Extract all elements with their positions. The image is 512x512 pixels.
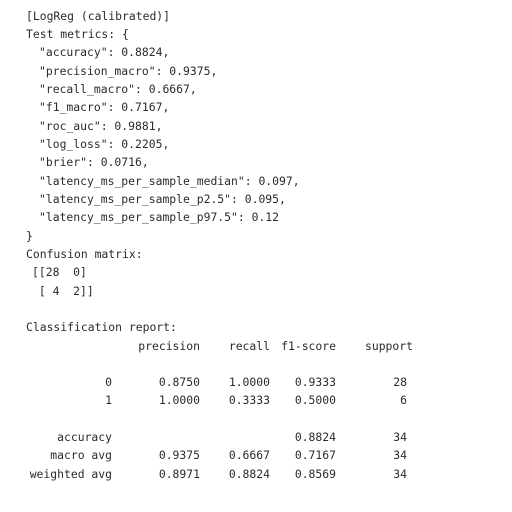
report-summary-label: weighted avg <box>29 467 112 481</box>
report-cell-precision: 1.0000 <box>158 393 200 407</box>
report-cell-support: 28 <box>393 375 407 389</box>
metric-line: "latency_ms_per_sample_median": 0.097, <box>39 174 300 188</box>
metric-line: "brier": 0.0716, <box>39 155 149 169</box>
report-summary-label: accuracy <box>57 430 112 444</box>
report-row-label: 1 <box>105 393 112 407</box>
report-cell-precision: 0.8971 <box>158 467 200 481</box>
metrics-close: } <box>26 229 33 243</box>
report-cell-precision: 0.8750 <box>158 375 200 389</box>
report-cell-recall: 0.3333 <box>228 393 270 407</box>
model-header: [LogReg (calibrated)] <box>26 9 171 23</box>
metric-line: "precision_macro": 0.9375, <box>39 64 218 78</box>
report-title: Classification report: <box>26 320 177 334</box>
report-cell-recall: 1.0000 <box>228 375 270 389</box>
confusion-row: [[28 0] <box>32 265 87 279</box>
metric-line: "roc_auc": 0.9881, <box>39 119 163 133</box>
report-cell-f1: 0.8824 <box>294 430 336 444</box>
report-header-precision: precision <box>138 339 200 353</box>
report-header-f1: f1-score <box>281 339 336 353</box>
metric-line: "recall_macro": 0.6667, <box>39 82 197 96</box>
metric-line: "latency_ms_per_sample_p97.5": 0.12 <box>39 210 280 224</box>
report-cell-support: 34 <box>393 467 407 481</box>
report-row-label: 0 <box>105 375 112 389</box>
metric-line: "latency_ms_per_sample_p2.5": 0.095, <box>39 192 286 206</box>
report-summary-label: macro avg <box>50 448 112 462</box>
metric-line: "accuracy": 0.8824, <box>39 45 170 59</box>
report-cell-precision: 0.9375 <box>158 448 200 462</box>
report-header-recall: recall <box>228 339 270 353</box>
confusion-row: [ 4 2]] <box>32 284 94 298</box>
report-cell-support: 34 <box>393 448 407 462</box>
report-cell-recall: 0.6667 <box>228 448 270 462</box>
report-cell-f1: 0.9333 <box>294 375 336 389</box>
metrics-open: Test metrics: { <box>26 27 129 41</box>
report-cell-recall: 0.8824 <box>228 467 270 481</box>
console-output: [LogReg (calibrated)] Test metrics: { "a… <box>0 0 512 512</box>
report-cell-f1: 0.5000 <box>294 393 336 407</box>
metric-line: "f1_macro": 0.7167, <box>39 100 170 114</box>
report-header-support: support <box>364 339 413 353</box>
report-cell-support: 34 <box>393 430 407 444</box>
report-cell-support: 6 <box>400 393 407 407</box>
metric-line: "log_loss": 0.2205, <box>39 137 170 151</box>
report-cell-f1: 0.7167 <box>294 448 336 462</box>
confusion-title: Confusion matrix: <box>26 247 143 261</box>
report-cell-f1: 0.8569 <box>294 467 336 481</box>
